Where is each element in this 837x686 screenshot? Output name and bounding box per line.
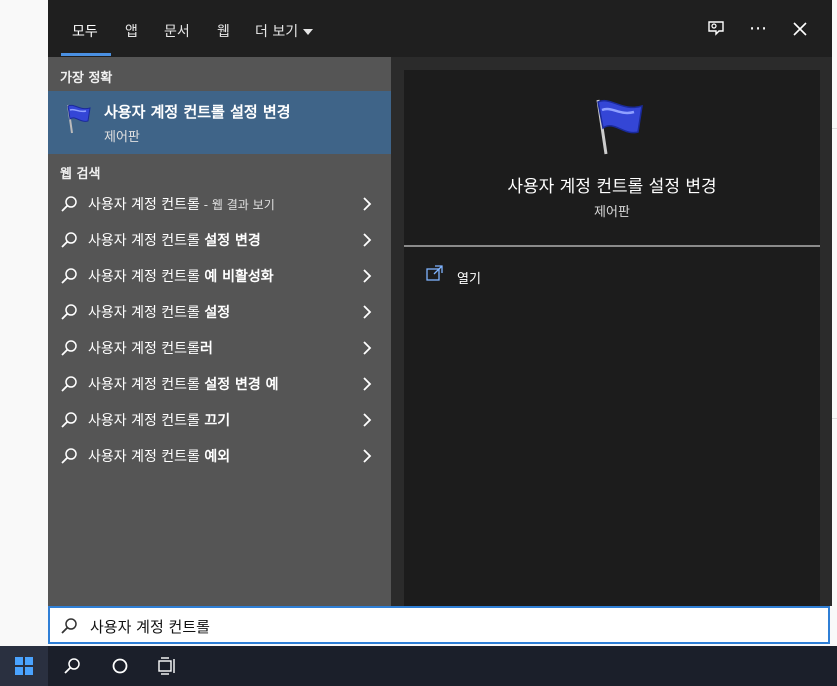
best-match-item[interactable]: 사용자 계정 컨트롤 설정 변경 제어판 [48, 91, 391, 154]
uac-flag-icon [596, 99, 643, 155]
search-icon [64, 658, 80, 674]
web-result-row[interactable]: 사용자 계정 컨트롤 설정 변경 예 [48, 366, 391, 402]
web-result-base: 사용자 계정 컨트롤 [88, 449, 205, 465]
tab-all[interactable]: 모두 [72, 21, 98, 41]
chevron-right-icon [363, 197, 372, 211]
search-filter-bar: 모두 앱 문서 웹 더 보기 ⋯ [48, 0, 832, 57]
web-result-suffix: 설정 변경 [204, 233, 261, 249]
chevron-down-icon [303, 29, 314, 35]
chevron-right-icon [363, 269, 372, 283]
tab-more[interactable]: 더 보기 [255, 21, 314, 41]
open-external-icon [426, 265, 443, 281]
web-result-row[interactable]: 사용자 계정 컨트롤 - 웹 결과 보기 [48, 186, 391, 222]
web-result-suffix: 설정 [204, 305, 231, 321]
chevron-right-icon [363, 305, 372, 319]
web-result-base: 사용자 계정 컨트롤 [88, 377, 205, 393]
search-box[interactable] [48, 606, 830, 644]
web-result-row[interactable]: 사용자 계정 컨트롤 설정 [48, 294, 391, 330]
search-icon [61, 340, 77, 356]
search-icon [61, 268, 77, 284]
cortana-icon [112, 658, 128, 674]
web-result-row[interactable]: 사용자 계정 컨트롤 예 비활성화 [48, 258, 391, 294]
windows-start-icon [15, 657, 33, 675]
open-action[interactable]: 열기 [426, 264, 626, 288]
chevron-right-icon [363, 233, 372, 247]
chevron-right-icon [363, 413, 372, 427]
preview-subtitle: 제어판 [594, 205, 630, 220]
close-icon[interactable] [787, 16, 813, 42]
more-options-icon[interactable]: ⋯ [745, 16, 771, 42]
tab-documents[interactable]: 문서 [164, 21, 190, 41]
web-result-suffix: 예외 [204, 449, 231, 465]
web-result-row[interactable]: 사용자 계정 컨트롤러 [48, 330, 391, 366]
taskbar [0, 646, 837, 686]
tab-apps[interactable]: 앱 [125, 21, 138, 41]
search-input[interactable] [88, 613, 792, 639]
search-icon [61, 304, 77, 320]
web-result-suffix: 러 [199, 341, 213, 357]
uac-flag-icon [67, 104, 91, 134]
chevron-right-icon [363, 377, 372, 391]
tab-more-label: 더 보기 [255, 24, 299, 40]
web-result-note: - 웹 결과 보기 [199, 198, 275, 212]
web-search-heading: 웹 검색 [60, 167, 101, 182]
search-icon [61, 232, 77, 248]
best-match-subtitle: 제어판 [104, 130, 140, 145]
web-result-row[interactable]: 사용자 계정 컨트롤 예외 [48, 438, 391, 474]
web-result-row[interactable]: 사용자 계정 컨트롤 끄기 [48, 402, 391, 438]
best-match-title: 사용자 계정 컨트롤 설정 변경 [104, 103, 291, 121]
start-button[interactable] [0, 646, 48, 686]
web-result-base: 사용자 계정 컨트롤 [88, 341, 200, 357]
cortana-button[interactable] [96, 646, 144, 686]
preview-divider [404, 245, 820, 247]
preview-title: 사용자 계정 컨트롤 설정 변경 [507, 177, 717, 197]
feedback-icon[interactable] [703, 16, 729, 42]
web-result-base: 사용자 계정 컨트롤 [88, 233, 205, 249]
web-result-base: 사용자 계정 컨트롤 [88, 305, 205, 321]
tab-web[interactable]: 웹 [217, 21, 230, 41]
web-result-base: 사용자 계정 컨트롤 [88, 413, 205, 429]
task-view-icon [158, 657, 175, 675]
results-list: 가장 정확 사용자 계정 컨트롤 설정 변경 제어판 웹 검색 사용자 계정 컨… [48, 57, 391, 606]
preview-pane: 사용자 계정 컨트롤 설정 변경 제어판 열기 [404, 70, 820, 606]
open-label: 열기 [457, 272, 481, 287]
web-result-suffix: 예 비활성화 [204, 269, 274, 285]
web-result-suffix: 끄기 [204, 413, 231, 429]
web-result-row[interactable]: 사용자 계정 컨트롤 설정 변경 [48, 222, 391, 258]
web-result-suffix: 설정 변경 예 [204, 377, 279, 393]
web-result-base: 사용자 계정 컨트롤 [88, 197, 200, 213]
search-icon [61, 412, 77, 428]
best-match-heading: 가장 정확 [60, 71, 113, 86]
start-search-panel: 모두 앱 문서 웹 더 보기 ⋯ 가장 정확 사용자 계정 컨트롤 설정 변경 … [48, 0, 832, 606]
taskbar-search-button[interactable] [48, 646, 96, 686]
active-tab-indicator [61, 53, 111, 56]
search-icon [61, 618, 77, 634]
search-icon [61, 376, 77, 392]
search-icon [61, 196, 77, 212]
web-result-base: 사용자 계정 컨트롤 [88, 269, 205, 285]
search-icon [61, 448, 77, 464]
task-view-button[interactable] [144, 646, 192, 686]
chevron-right-icon [363, 341, 372, 355]
chevron-right-icon [363, 449, 372, 463]
